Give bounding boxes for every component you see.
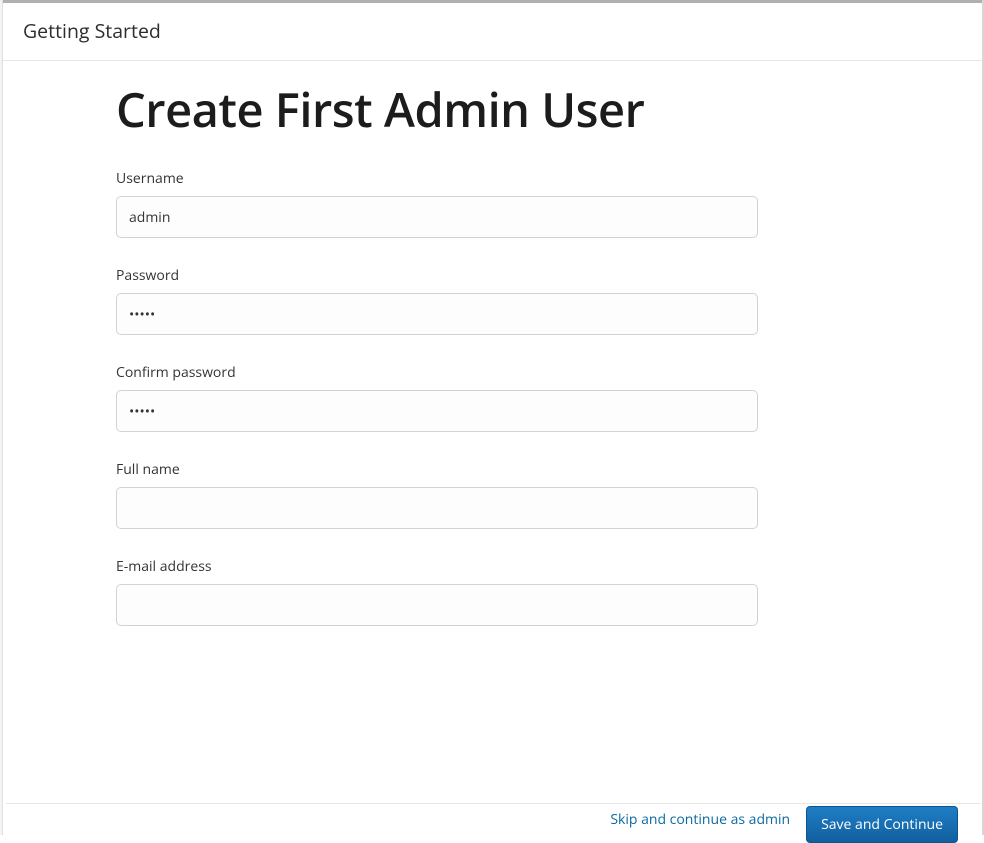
confirm-password-label: Confirm password xyxy=(116,363,758,382)
window-edge-left xyxy=(0,0,3,835)
email-group: E-mail address xyxy=(116,557,758,626)
page-title: Create First Admin User xyxy=(116,77,982,141)
username-group: Username xyxy=(116,169,758,238)
password-group: Password xyxy=(116,266,758,335)
password-label: Password xyxy=(116,266,758,285)
dialog-header: Getting Started xyxy=(3,3,982,61)
username-label: Username xyxy=(116,169,758,188)
dialog-body: Create First Admin User Username Passwor… xyxy=(3,61,982,835)
dialog-header-title: Getting Started xyxy=(23,17,962,44)
dialog-footer: Skip and continue as admin Save and Cont… xyxy=(6,803,980,835)
full-name-input[interactable] xyxy=(116,487,758,529)
email-label: E-mail address xyxy=(116,557,758,576)
confirm-password-group: Confirm password xyxy=(116,363,758,432)
footer-actions: Skip and continue as admin Save and Cont… xyxy=(610,810,958,843)
skip-link[interactable]: Skip and continue as admin xyxy=(610,810,790,829)
confirm-password-input[interactable] xyxy=(116,390,758,432)
password-input[interactable] xyxy=(116,293,758,335)
username-input[interactable] xyxy=(116,196,758,238)
full-name-group: Full name xyxy=(116,460,758,529)
full-name-label: Full name xyxy=(116,460,758,479)
setup-dialog: Getting Started Create First Admin User … xyxy=(3,3,982,835)
email-input[interactable] xyxy=(116,584,758,626)
save-continue-button[interactable]: Save and Continue xyxy=(806,806,958,843)
